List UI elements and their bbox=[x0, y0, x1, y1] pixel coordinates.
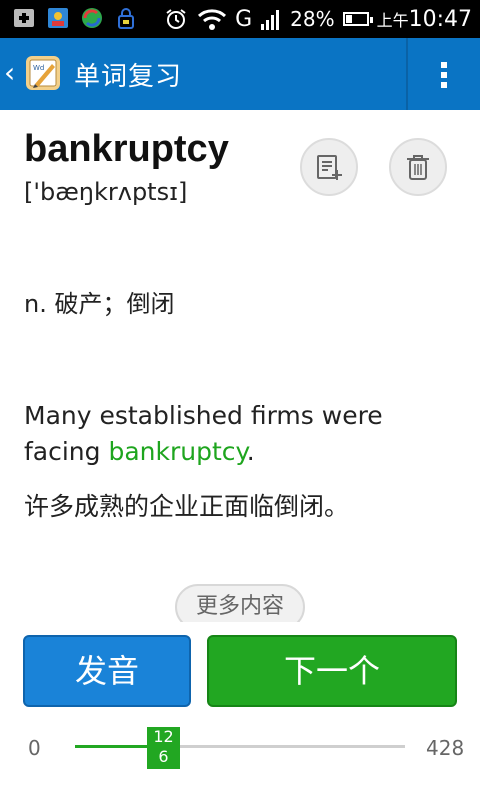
add-to-notebook-button[interactable] bbox=[300, 138, 358, 196]
example-sentence: Many established firms were facing bankr… bbox=[24, 398, 464, 470]
signal-strength-icon bbox=[261, 10, 280, 30]
wifi-icon bbox=[198, 9, 227, 30]
status-bar: G 28% 上午10:47 bbox=[0, 0, 480, 38]
time-prefix: 上午 bbox=[376, 10, 409, 30]
overflow-menu-button[interactable] bbox=[408, 38, 480, 110]
add-note-icon bbox=[317, 155, 342, 180]
more-vert-icon bbox=[441, 62, 447, 68]
progress-track[interactable] bbox=[75, 745, 405, 748]
trash-icon bbox=[407, 155, 429, 180]
battery-percent: 28% bbox=[290, 7, 335, 31]
app-notebook-icon: Wd bbox=[26, 56, 60, 90]
alarm-icon bbox=[166, 9, 186, 29]
example-translation: 许多成熟的企业正面临倒闭。 bbox=[24, 492, 350, 521]
progress-max: 428 bbox=[426, 736, 465, 760]
next-button[interactable]: 下一个 bbox=[207, 635, 457, 707]
pronounce-button[interactable]: 发音 bbox=[23, 635, 191, 707]
add-notification-icon bbox=[14, 9, 34, 27]
definition: n. 破产；倒闭 bbox=[24, 290, 175, 318]
delete-word-button[interactable] bbox=[389, 138, 447, 196]
sync-app-icon bbox=[82, 8, 102, 28]
lock-app-icon bbox=[118, 8, 134, 29]
page-title: 单词复习 bbox=[74, 62, 183, 92]
example-highlight: bankruptcy bbox=[108, 437, 247, 466]
progress-current-line1: 12 bbox=[153, 727, 174, 746]
clock: 10:47 bbox=[408, 6, 472, 32]
notification-icons bbox=[12, 6, 138, 30]
contact-card-icon bbox=[48, 8, 68, 28]
chevron-left-icon: ‹ bbox=[4, 56, 16, 89]
svg-text:Wd: Wd bbox=[33, 64, 44, 72]
progress-current-line2: 6 bbox=[158, 747, 169, 766]
back-button[interactable]: ‹ Wd bbox=[0, 38, 72, 110]
status-indicators: G 28% 上午10:47 bbox=[163, 4, 472, 34]
example-end: . bbox=[246, 437, 255, 466]
progress-min: 0 bbox=[28, 736, 41, 760]
phonetic: ['bæŋkrʌptsɪ] bbox=[24, 178, 188, 206]
network-type-label: G bbox=[235, 6, 253, 32]
headword: bankruptcy bbox=[24, 128, 229, 170]
battery-icon bbox=[342, 12, 373, 26]
action-bar: ‹ Wd 单词复习 bbox=[0, 38, 480, 110]
progress-thumb[interactable]: 12 6 bbox=[147, 727, 180, 769]
